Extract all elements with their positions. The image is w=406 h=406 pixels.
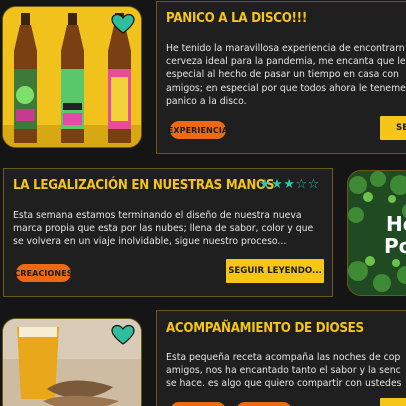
read-more-button[interactable] <box>380 398 406 406</box>
post-title[interactable]: PANICO A LA DISCO!!! <box>166 10 307 26</box>
hops-illustration: Ho Po <box>348 171 406 295</box>
post-excerpt: He tenido la maravillosa experiencia de … <box>166 43 406 107</box>
category-tag[interactable] <box>236 402 292 406</box>
post-title[interactable]: LA LEGALIZACIÓN EN NUESTRAS MANOS <box>13 177 274 193</box>
heart-icon[interactable] <box>111 13 135 35</box>
post-excerpt: Esta semana estamos terminando el diseño… <box>13 210 314 248</box>
read-more-button[interactable]: SE <box>380 116 406 140</box>
read-more-button[interactable]: SEGUIR LEYENDO... <box>226 259 324 283</box>
rating-stars: ★★★☆☆ <box>259 177 320 192</box>
category-tag[interactable]: CREACIONES <box>14 264 73 282</box>
post-title[interactable]: ACOMPAÑAMIENTO DE DIOSES <box>166 320 364 336</box>
image-text: Ho <box>386 212 406 236</box>
category-tag[interactable] <box>170 402 226 406</box>
post-image-hops[interactable]: Ho Po <box>347 170 406 296</box>
image-text: Po <box>384 234 406 258</box>
category-tag[interactable]: EXPERIENCIA <box>168 121 228 139</box>
heart-icon[interactable] <box>111 324 135 346</box>
post-excerpt: Esta pequeña receta acompaña las noches … <box>166 352 402 390</box>
